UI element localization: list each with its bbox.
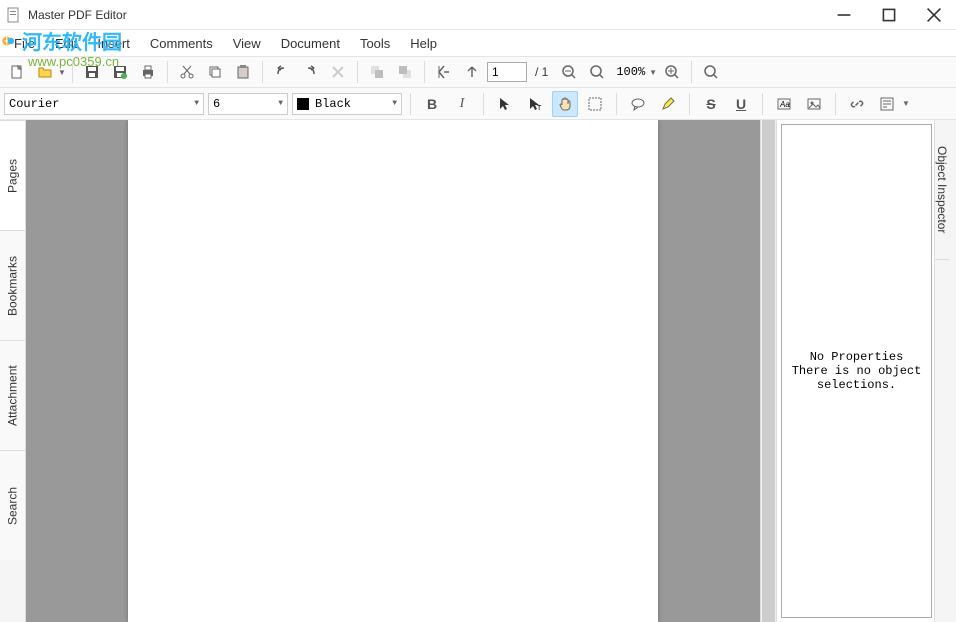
underline-tool[interactable]: U <box>728 91 754 117</box>
zoom-fit-button[interactable] <box>584 59 610 85</box>
comment-tool[interactable] <box>625 91 651 117</box>
inspector-content: No Properties There is no object selecti… <box>781 124 932 618</box>
zoom-out-button[interactable] <box>556 59 582 85</box>
menu-view[interactable]: View <box>223 32 271 55</box>
link-tool[interactable] <box>844 91 870 117</box>
search-button[interactable] <box>698 59 724 85</box>
separator <box>483 93 484 115</box>
delete-button[interactable] <box>325 59 351 85</box>
select-area-tool[interactable] <box>582 91 608 117</box>
form-tool[interactable] <box>874 91 900 117</box>
watermark-url: www.pc0359.cn <box>28 54 119 69</box>
italic-button[interactable]: I <box>449 91 475 117</box>
text-box-tool[interactable]: Aa <box>771 91 797 117</box>
svg-text:T: T <box>537 105 542 112</box>
document-viewport[interactable] <box>26 120 760 622</box>
canvas-area <box>26 120 776 622</box>
menu-comments[interactable]: Comments <box>140 32 223 55</box>
window-title: Master PDF Editor <box>28 8 127 22</box>
tab-bookmarks[interactable]: Bookmarks <box>0 230 25 340</box>
separator <box>691 61 692 83</box>
separator <box>835 93 836 115</box>
page-total-label: / 1 <box>529 65 554 79</box>
separator <box>262 61 263 83</box>
bring-front-button[interactable] <box>364 59 390 85</box>
color-swatch-icon <box>297 98 309 110</box>
first-page-button[interactable] <box>431 59 457 85</box>
separator <box>167 61 168 83</box>
menu-insert[interactable]: Insert <box>87 32 140 55</box>
separator <box>357 61 358 83</box>
inspector-empty-line2: There is no object <box>792 364 922 378</box>
vertical-scrollbar[interactable] <box>760 120 776 622</box>
tab-search[interactable]: Search <box>0 450 25 560</box>
svg-text:Aa: Aa <box>779 100 790 109</box>
tab-object-inspector[interactable]: Object Inspector <box>935 120 949 260</box>
menu-edit[interactable]: Edit <box>45 32 87 55</box>
tab-attachment[interactable]: Attachment <box>0 340 25 450</box>
separator <box>689 93 690 115</box>
separator <box>424 61 425 83</box>
copy-button[interactable] <box>202 59 228 85</box>
workspace: Pages Bookmarks Attachment Search No Pro… <box>0 120 956 622</box>
inspector-empty-title: No Properties <box>810 350 904 364</box>
bold-button[interactable]: B <box>419 91 445 117</box>
image-tool[interactable] <box>801 91 827 117</box>
zoom-dropdown-icon[interactable]: ▼ <box>649 68 657 77</box>
send-back-button[interactable] <box>392 59 418 85</box>
new-button[interactable] <box>4 59 30 85</box>
titlebar: Master PDF Editor <box>0 0 956 30</box>
zoom-in-button[interactable] <box>659 59 685 85</box>
font-family-combo[interactable]: Courier▼ <box>4 93 204 115</box>
menu-document[interactable]: Document <box>271 32 350 55</box>
main-toolbar: ▼ / 1 100% ▼ <box>0 56 956 88</box>
format-toolbar: Courier▼ 6▼ Black▼ B I T S U Aa ▼ <box>0 88 956 120</box>
menu-tools[interactable]: Tools <box>350 32 400 55</box>
tab-pages[interactable]: Pages <box>0 120 25 230</box>
redo-button[interactable] <box>297 59 323 85</box>
menu-file[interactable]: File <box>4 32 45 55</box>
font-size-combo[interactable]: 6▼ <box>208 93 288 115</box>
minimize-button[interactable] <box>821 0 866 30</box>
hand-tool[interactable] <box>552 91 578 117</box>
form-dropdown-icon[interactable]: ▼ <box>902 99 910 108</box>
maximize-button[interactable] <box>866 0 911 30</box>
menu-help[interactable]: Help <box>400 32 447 55</box>
font-color-combo[interactable]: Black▼ <box>292 93 402 115</box>
inspector-empty-line3: selections. <box>817 378 896 392</box>
strikethrough-tool[interactable]: S <box>698 91 724 117</box>
scrollbar-thumb[interactable] <box>762 120 775 622</box>
separator <box>410 93 411 115</box>
page-number-input[interactable] <box>487 62 527 82</box>
undo-button[interactable] <box>269 59 295 85</box>
separator <box>616 93 617 115</box>
pdf-page[interactable] <box>128 120 658 622</box>
prev-page-button[interactable] <box>459 59 485 85</box>
right-panel: No Properties There is no object selecti… <box>776 120 956 622</box>
cut-button[interactable] <box>174 59 200 85</box>
app-icon <box>6 7 22 23</box>
zoom-level-label: 100% <box>612 65 649 79</box>
left-panel-tabs: Pages Bookmarks Attachment Search <box>0 120 26 622</box>
paste-button[interactable] <box>230 59 256 85</box>
separator <box>762 93 763 115</box>
menubar: File Edit Insert Comments View Document … <box>0 30 956 56</box>
edit-text-tool[interactable]: T <box>522 91 548 117</box>
close-button[interactable] <box>911 0 956 30</box>
print-button[interactable] <box>135 59 161 85</box>
highlight-tool[interactable] <box>655 91 681 117</box>
select-tool[interactable] <box>492 91 518 117</box>
right-panel-tabs: Object Inspector <box>934 120 956 622</box>
